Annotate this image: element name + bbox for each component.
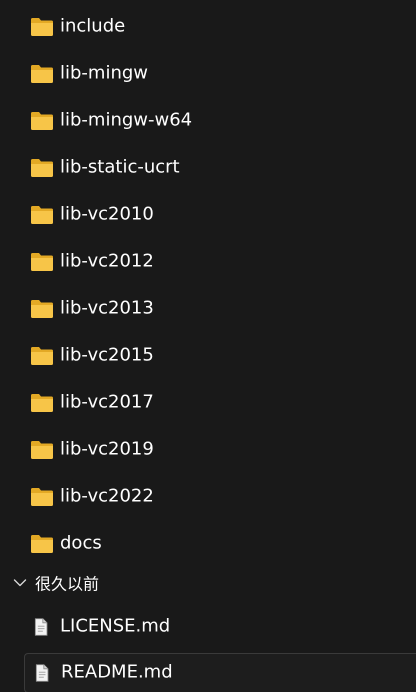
folder-row-lib-mingw[interactable]: lib-mingw — [0, 52, 416, 96]
folder-row-lib-vc2013[interactable]: lib-vc2013 — [0, 287, 416, 331]
folder-label: lib-mingw-w64 — [60, 109, 193, 131]
folder-label: lib-mingw — [60, 62, 149, 84]
folder-row-include[interactable]: include — [0, 5, 416, 49]
folder-label: lib-vc2017 — [60, 391, 154, 413]
chevron-down-icon[interactable] — [13, 578, 27, 588]
folder-label: lib-vc2015 — [60, 344, 154, 366]
folder-row-lib-mingw-w64[interactable]: lib-mingw-w64 — [0, 99, 416, 143]
file-icon — [35, 664, 49, 682]
folder-icon — [31, 441, 53, 459]
folder-label: lib-vc2010 — [60, 203, 154, 225]
folder-label: lib-vc2019 — [60, 438, 154, 460]
folder-row-lib-vc2010[interactable]: lib-vc2010 — [0, 193, 416, 237]
file-row-readme[interactable]: README.md — [24, 653, 416, 692]
folder-icon — [31, 65, 53, 83]
file-row-license[interactable]: LICENSE.md — [0, 605, 416, 649]
folder-icon — [31, 535, 53, 553]
group-label: 很久以前 — [35, 574, 100, 594]
folder-label: lib-vc2012 — [60, 250, 154, 272]
folder-label: docs — [60, 532, 102, 554]
file-list: include lib-mingw lib-mingw-w64 lib-stat… — [0, 0, 416, 692]
folder-icon — [31, 159, 53, 177]
file-label: README.md — [61, 661, 173, 683]
folder-label: lib-static-ucrt — [60, 156, 180, 178]
folder-icon — [31, 253, 53, 271]
folder-label: lib-vc2022 — [60, 485, 154, 507]
folder-label: include — [60, 15, 126, 37]
folder-row-lib-vc2019[interactable]: lib-vc2019 — [0, 428, 416, 472]
file-icon — [34, 618, 48, 636]
folder-row-lib-static-ucrt[interactable]: lib-static-ucrt — [0, 146, 416, 190]
folder-icon — [31, 206, 53, 224]
folder-icon — [31, 112, 53, 130]
group-header-long-ago[interactable]: 很久以前 — [0, 570, 416, 600]
folder-row-docs[interactable]: docs — [0, 522, 416, 566]
folder-row-lib-vc2022[interactable]: lib-vc2022 — [0, 475, 416, 519]
folder-row-lib-vc2017[interactable]: lib-vc2017 — [0, 381, 416, 425]
folder-label: lib-vc2013 — [60, 297, 154, 319]
folder-icon — [31, 394, 53, 412]
folder-icon — [31, 488, 53, 506]
folder-row-lib-vc2015[interactable]: lib-vc2015 — [0, 334, 416, 378]
file-label: LICENSE.md — [60, 615, 171, 637]
folder-icon — [31, 18, 53, 36]
folder-icon — [31, 347, 53, 365]
folder-icon — [31, 300, 53, 318]
folder-row-lib-vc2012[interactable]: lib-vc2012 — [0, 240, 416, 284]
